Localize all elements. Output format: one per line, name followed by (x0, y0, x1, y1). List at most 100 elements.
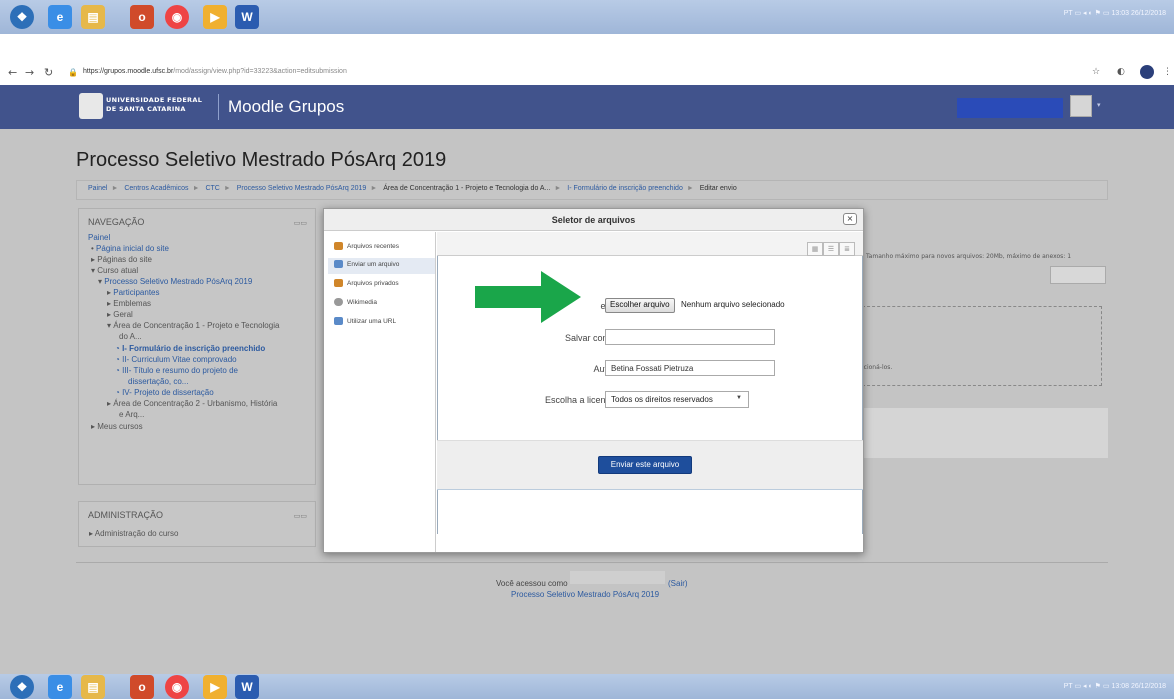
nav-item-site-home[interactable]: Página inicial do site (96, 244, 169, 253)
view-toggle-buttons[interactable] (1050, 266, 1106, 284)
forward-icon[interactable]: → (25, 66, 34, 79)
repo-private-files[interactable]: Arquivos privados (334, 277, 434, 293)
clock-date: 26/12/2018 (1130, 683, 1166, 690)
start-icon[interactable]: ❖ (10, 5, 34, 29)
ufsc-seal-icon[interactable] (79, 93, 103, 119)
private-files-icon (334, 279, 343, 288)
nav-item-area-2-cont: e Arq... (119, 410, 145, 419)
repo-upload-file[interactable]: Enviar um arquivo (328, 258, 435, 274)
file-picker-dialog: Seletor de arquivos × Arquivos recentes … (323, 208, 864, 553)
clock-date: 26/12/2018 (1130, 10, 1166, 17)
start-icon[interactable]: ❖ (10, 675, 34, 699)
footer-user-redacted[interactable] (570, 571, 665, 584)
upload-submit-button[interactable]: Enviar este arquivo (598, 456, 692, 474)
chrome-icon[interactable]: ◉ (165, 675, 189, 699)
site-name[interactable]: Moodle Grupos (228, 97, 344, 117)
institution-line2: DE SANTA CATARINA (106, 105, 186, 113)
chevron-down-icon: ▼ (736, 395, 742, 401)
choose-file-button[interactable]: Escolher arquivo (605, 298, 675, 313)
reload-icon[interactable]: ↻ (44, 66, 53, 79)
taskbar-bottom: ❖ e ▤ o ◉ ▶ W PT ▭ ◂ ◐ ⚑ ▭ 13:08 26/12/2… (0, 674, 1174, 699)
breadcrumb-item[interactable]: CTC (205, 185, 219, 192)
system-tray: PT ▭ ◂ ◐ ⚑ ▭ 13:03 26/12/2018 (1063, 10, 1166, 17)
nav-item-title-iii[interactable]: III- Título e resumo do projeto de (122, 366, 238, 375)
lock-icon: 🔒 (68, 68, 78, 77)
breadcrumb-item[interactable]: I- Formulário de inscrição preenchido (567, 185, 683, 192)
nav-item-badges[interactable]: Emblemas (113, 299, 151, 308)
office-icon[interactable]: o (130, 675, 154, 699)
back-icon[interactable]: ← (8, 66, 17, 79)
drop-zone-text: icioná-los. (862, 364, 893, 371)
breadcrumb-item[interactable]: Painel (88, 185, 107, 192)
file-explorer-icon[interactable]: ▤ (81, 675, 105, 699)
repo-url[interactable]: Utilizar uma URL (334, 315, 434, 331)
close-button[interactable]: × (843, 213, 857, 225)
submit-bar: Enviar este arquivo (437, 440, 863, 490)
recent-files-icon (334, 242, 343, 251)
internet-explorer-icon[interactable]: e (48, 5, 72, 29)
nav-item-title-iii-cont: dissertação, co... (128, 377, 189, 386)
menu-icon[interactable]: ⋮ (1163, 67, 1172, 77)
nav-item-my-courses[interactable]: Meus cursos (97, 422, 142, 431)
icons-view-icon[interactable]: ▦ (807, 242, 823, 256)
clock-time: 13:03 (1111, 10, 1129, 17)
file-explorer-icon[interactable]: ▤ (81, 5, 105, 29)
breadcrumb: Painel ► Centros Acadêmicos ► CTC ► Process… (76, 180, 1108, 200)
word-icon[interactable]: W (235, 675, 259, 699)
nav-item-current-course[interactable]: Curso atual (97, 266, 138, 275)
save-as-input[interactable] (605, 329, 775, 345)
max-file-info: Tamanho máximo para novos arquivos: 20Mb… (866, 253, 1072, 260)
repo-recent-files[interactable]: Arquivos recentes (334, 240, 434, 256)
repository-toolbar: ▦ ☰ ≣ (437, 232, 863, 256)
breadcrumb-item[interactable]: Processo Seletivo Mestrado PósArq 2019 (237, 185, 367, 192)
upload-icon (334, 260, 343, 269)
profile-icon[interactable] (1140, 65, 1154, 79)
admin-item-course[interactable]: Administração do curso (95, 529, 179, 538)
logout-link[interactable]: (Sair) (668, 579, 688, 588)
institution-line1: UNIVERSIDADE FEDERAL (106, 96, 203, 104)
chrome-icon[interactable]: ◉ (165, 5, 189, 29)
nav-item-area-2[interactable]: Área de Concentração 2 - Urbanismo, Hist… (113, 399, 277, 408)
breadcrumb-item[interactable]: Centros Acadêmicos (124, 185, 188, 192)
office-icon[interactable]: o (130, 5, 154, 29)
nav-item-painel[interactable]: Painel (88, 232, 110, 243)
site-header: UNIVERSIDADE FEDERAL DE SANTA CATARINA M… (0, 85, 1174, 129)
nav-item-participants[interactable]: Participantes (113, 288, 159, 297)
file-drop-zone[interactable] (862, 306, 1102, 386)
header-divider (218, 94, 219, 120)
system-tray: PT ▭ ◂ ◐ ⚑ ▭ 13:08 26/12/2018 (1063, 683, 1166, 690)
breadcrumb-item[interactable]: Área de Concentração 1 - Projeto e Tecno… (383, 185, 550, 192)
list-view-icon[interactable]: ☰ (823, 242, 839, 256)
nav-item-course[interactable]: Processo Seletivo Mestrado PósArq 2019 (104, 277, 252, 286)
url-field[interactable]: https://grupos.moodle.ufsc.br/mod/assign… (83, 68, 347, 75)
nav-item-project-iv[interactable]: IV- Projeto de dissertação (122, 388, 214, 397)
avatar[interactable] (1070, 95, 1092, 117)
navigation-title: NAVEGAÇÃO (88, 217, 145, 227)
tree-view-icon[interactable]: ≣ (839, 242, 855, 256)
nav-item-general[interactable]: Geral (113, 310, 133, 319)
block-controls-icon[interactable]: ▭▭ (294, 219, 307, 227)
extension-icon[interactable]: ◐ (1117, 67, 1125, 77)
screen: ❖ e ▤ o ◉ ▶ W PT ▭ ◂ ◐ ⚑ ▭ 13:03 26/12/2… (0, 0, 1174, 699)
chevron-down-icon[interactable]: ▾ (1097, 101, 1101, 109)
footer-course-link[interactable]: Processo Seletivo Mestrado PósArq 2019 (511, 590, 659, 599)
submission-actions-area (862, 408, 1108, 458)
word-icon[interactable]: W (235, 5, 259, 29)
repo-wikimedia[interactable]: Wikimedia (334, 296, 434, 312)
block-controls-icon[interactable]: ▭▭ (294, 512, 307, 520)
nav-item-cv-ii[interactable]: II- Curriculum Vitae comprovado (122, 355, 237, 364)
nav-item-area-1-cont: do A... (119, 332, 142, 341)
green-arrow-icon (475, 271, 581, 323)
user-name-redacted[interactable] (957, 98, 1063, 118)
license-select[interactable]: Todos os direitos reservados ▼ (605, 391, 749, 408)
internet-explorer-icon[interactable]: e (48, 675, 72, 699)
media-player-icon[interactable]: ▶ (203, 675, 227, 699)
media-player-icon[interactable]: ▶ (203, 5, 227, 29)
nav-item-form-i[interactable]: I- Formulário de inscrição preenchido (122, 344, 265, 353)
nav-item-site-pages[interactable]: Páginas do site (97, 255, 152, 264)
browser-address-bar: ← → ↻ 🔒 https://grupos.moodle.ufsc.br/mo… (0, 63, 1174, 83)
nav-item-area-1[interactable]: Área de Concentração 1 - Projeto e Tecno… (113, 321, 279, 330)
administration-title: ADMINISTRAÇÃO (88, 510, 164, 520)
author-input[interactable]: Betina Fossati Pietruza (605, 360, 775, 376)
bookmark-star-icon[interactable]: ☆ (1092, 67, 1100, 77)
